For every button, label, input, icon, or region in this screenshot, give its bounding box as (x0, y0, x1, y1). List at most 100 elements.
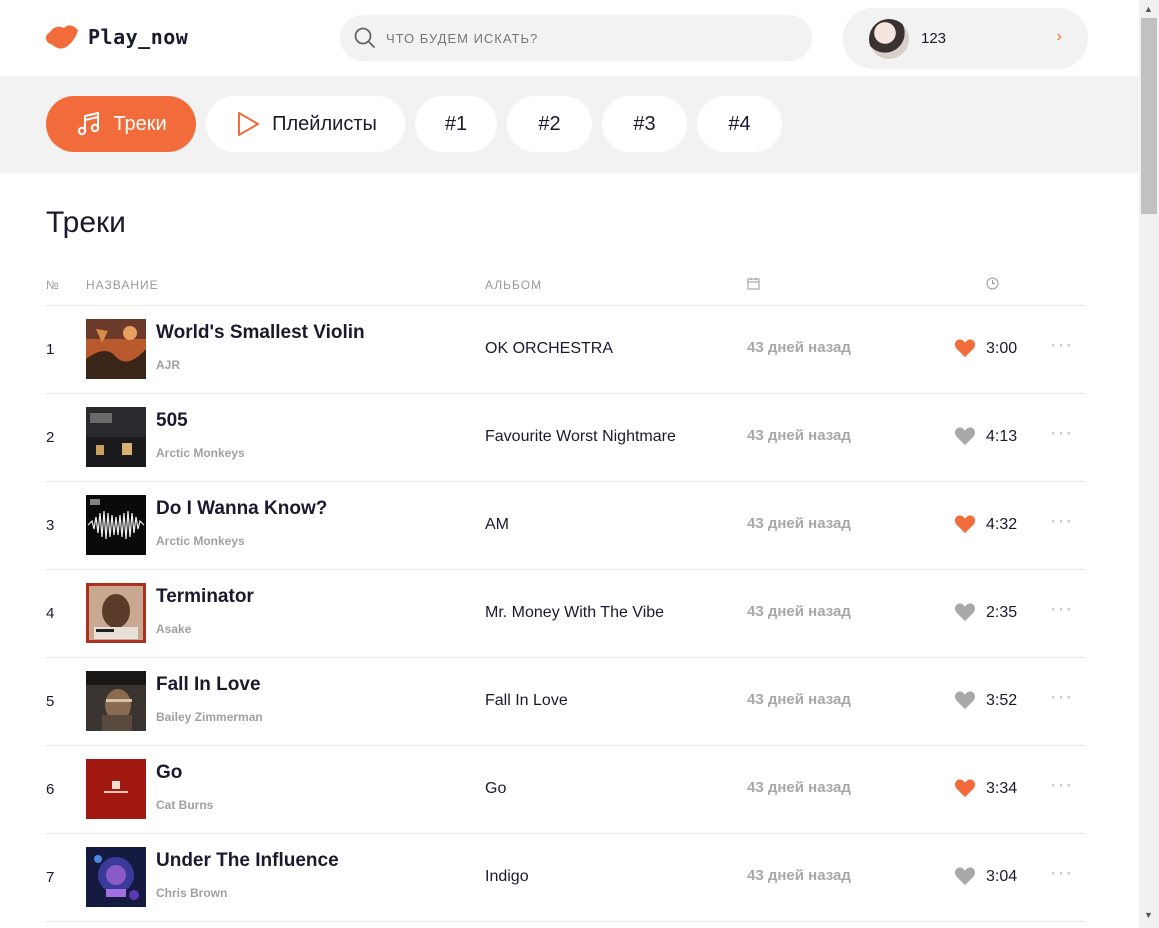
calendar-icon (747, 277, 760, 290)
track-title[interactable]: Terminator (156, 586, 254, 608)
track-title[interactable]: World's Smallest Violin (156, 322, 365, 344)
tab-3[interactable]: #3 (602, 96, 687, 152)
track-number: 5 (46, 693, 55, 710)
track-number: 4 (46, 605, 55, 622)
track-artist[interactable]: Arctic Monkeys (156, 446, 245, 460)
track-date: 43 дней назад (747, 515, 851, 532)
search-input[interactable] (386, 30, 786, 46)
track-date: 43 дней назад (747, 427, 851, 444)
track-duration: 4:32 (986, 516, 1018, 533)
search-bar[interactable] (340, 15, 812, 61)
table-row[interactable]: 7 Under The Influence Chris Brown Indigo… (46, 834, 1085, 922)
track-date: 43 дней назад (747, 339, 851, 356)
more-options-icon[interactable]: ··· (1050, 598, 1073, 621)
logo[interactable]: Play_now (46, 22, 188, 52)
track-artist[interactable]: Chris Brown (156, 886, 227, 900)
track-date: 43 дней назад (747, 691, 851, 708)
album-cover[interactable] (86, 495, 146, 555)
heart-icon[interactable] (954, 601, 976, 623)
table-row[interactable]: 2 505 Arctic Monkeys Favourite Worst Nig… (46, 394, 1085, 482)
tab-1[interactable]: #1 (415, 96, 497, 152)
track-list: 1 World's Smallest Violin AJR OK ORCHEST… (46, 306, 1085, 922)
table-row[interactable]: 1 World's Smallest Violin AJR OK ORCHEST… (46, 306, 1085, 394)
album-cover[interactable] (86, 759, 146, 819)
track-artist[interactable]: Arctic Monkeys (156, 534, 245, 548)
header-number: № (46, 278, 60, 292)
heart-icon[interactable] (954, 425, 976, 447)
album-cover[interactable] (86, 671, 146, 731)
album-cover[interactable] (86, 847, 146, 907)
table-row[interactable]: 5 Fall In Love Bailey Zimmerman Fall In … (46, 658, 1085, 746)
track-title[interactable]: Fall In Love (156, 674, 261, 696)
track-date: 43 дней назад (747, 867, 851, 884)
tab-label: #4 (728, 112, 751, 135)
track-artist[interactable]: Cat Burns (156, 798, 213, 812)
heart-icon[interactable] (954, 513, 976, 535)
album-cover[interactable] (86, 319, 146, 379)
tab-playlists[interactable]: Плейлисты (206, 96, 405, 152)
track-date: 43 дней назад (747, 603, 851, 620)
track-album[interactable]: OK ORCHESTRA (485, 340, 613, 358)
table-row[interactable]: 3 Do I Wanna Know? Arctic Monkeys AM 43 … (46, 482, 1085, 570)
table-row[interactable]: 6 Go Cat Burns Go 43 дней назад 3:34 ··· (46, 746, 1085, 834)
track-number: 6 (46, 781, 55, 798)
scroll-down-icon[interactable]: ▼ (1144, 910, 1153, 920)
track-number: 3 (46, 517, 55, 534)
album-cover[interactable] (86, 407, 146, 467)
track-artist[interactable]: Asake (156, 622, 191, 636)
track-title[interactable]: Go (156, 762, 182, 784)
track-title[interactable]: 505 (156, 410, 188, 432)
user-name: 123 (921, 30, 947, 47)
user-profile-button[interactable]: 123 › (843, 8, 1088, 69)
scrollbar[interactable]: ▲ ▼ (1139, 0, 1159, 928)
header-album: АЛЬБОМ (485, 278, 543, 292)
track-album[interactable]: Fall In Love (485, 692, 568, 710)
tabs-bar: Треки Плейлисты #1 #2 #3 #4 (0, 76, 1139, 173)
track-artist[interactable]: Bailey Zimmerman (156, 710, 263, 724)
track-duration: 4:13 (986, 428, 1018, 445)
avatar (869, 18, 909, 59)
track-album[interactable]: Mr. Money With The Vibe (485, 604, 664, 622)
music-note-icon (78, 111, 100, 136)
track-artist[interactable]: AJR (156, 358, 180, 372)
track-duration: 3:04 (986, 868, 1018, 885)
tab-tracks[interactable]: Треки (46, 96, 196, 152)
track-title[interactable]: Under The Influence (156, 850, 339, 872)
logo-icon (46, 25, 78, 49)
more-options-icon[interactable]: ··· (1050, 510, 1073, 533)
heart-icon[interactable] (954, 689, 976, 711)
search-icon (354, 27, 375, 48)
tab-label: Плейлисты (272, 112, 377, 135)
track-number: 1 (46, 341, 55, 358)
heart-icon[interactable] (954, 777, 976, 799)
track-album[interactable]: AM (485, 516, 509, 534)
more-options-icon[interactable]: ··· (1050, 774, 1073, 797)
clock-icon (986, 277, 999, 290)
heart-icon[interactable] (954, 337, 976, 359)
album-cover[interactable] (86, 583, 146, 643)
track-title[interactable]: Do I Wanna Know? (156, 498, 327, 520)
more-options-icon[interactable]: ··· (1050, 862, 1073, 885)
tab-2[interactable]: #2 (507, 96, 592, 152)
track-album[interactable]: Go (485, 780, 506, 798)
more-options-icon[interactable]: ··· (1050, 422, 1073, 445)
logo-text: Play_now (88, 25, 189, 49)
tab-label: Треки (113, 112, 167, 135)
heart-icon[interactable] (954, 865, 976, 887)
header-title: НАЗВАНИЕ (86, 278, 159, 292)
table-header: № НАЗВАНИЕ АЛЬБОМ (46, 276, 1085, 306)
table-row[interactable]: 4 Terminator Asake Mr. Money With The Vi… (46, 570, 1085, 658)
tab-label: #1 (444, 112, 468, 135)
more-options-icon[interactable]: ··· (1050, 334, 1073, 357)
more-options-icon[interactable]: ··· (1050, 686, 1073, 709)
tab-4[interactable]: #4 (697, 96, 782, 152)
scroll-up-icon[interactable]: ▲ (1144, 4, 1153, 14)
tab-label: #3 (633, 112, 656, 135)
track-date: 43 дней назад (747, 779, 851, 796)
track-album[interactable]: Favourite Worst Nightmare (485, 428, 676, 446)
track-number: 2 (46, 429, 55, 446)
track-duration: 3:00 (986, 340, 1018, 357)
scrollbar-thumb[interactable] (1141, 18, 1157, 214)
track-album[interactable]: Indigo (485, 868, 529, 886)
track-duration: 2:35 (986, 604, 1018, 621)
